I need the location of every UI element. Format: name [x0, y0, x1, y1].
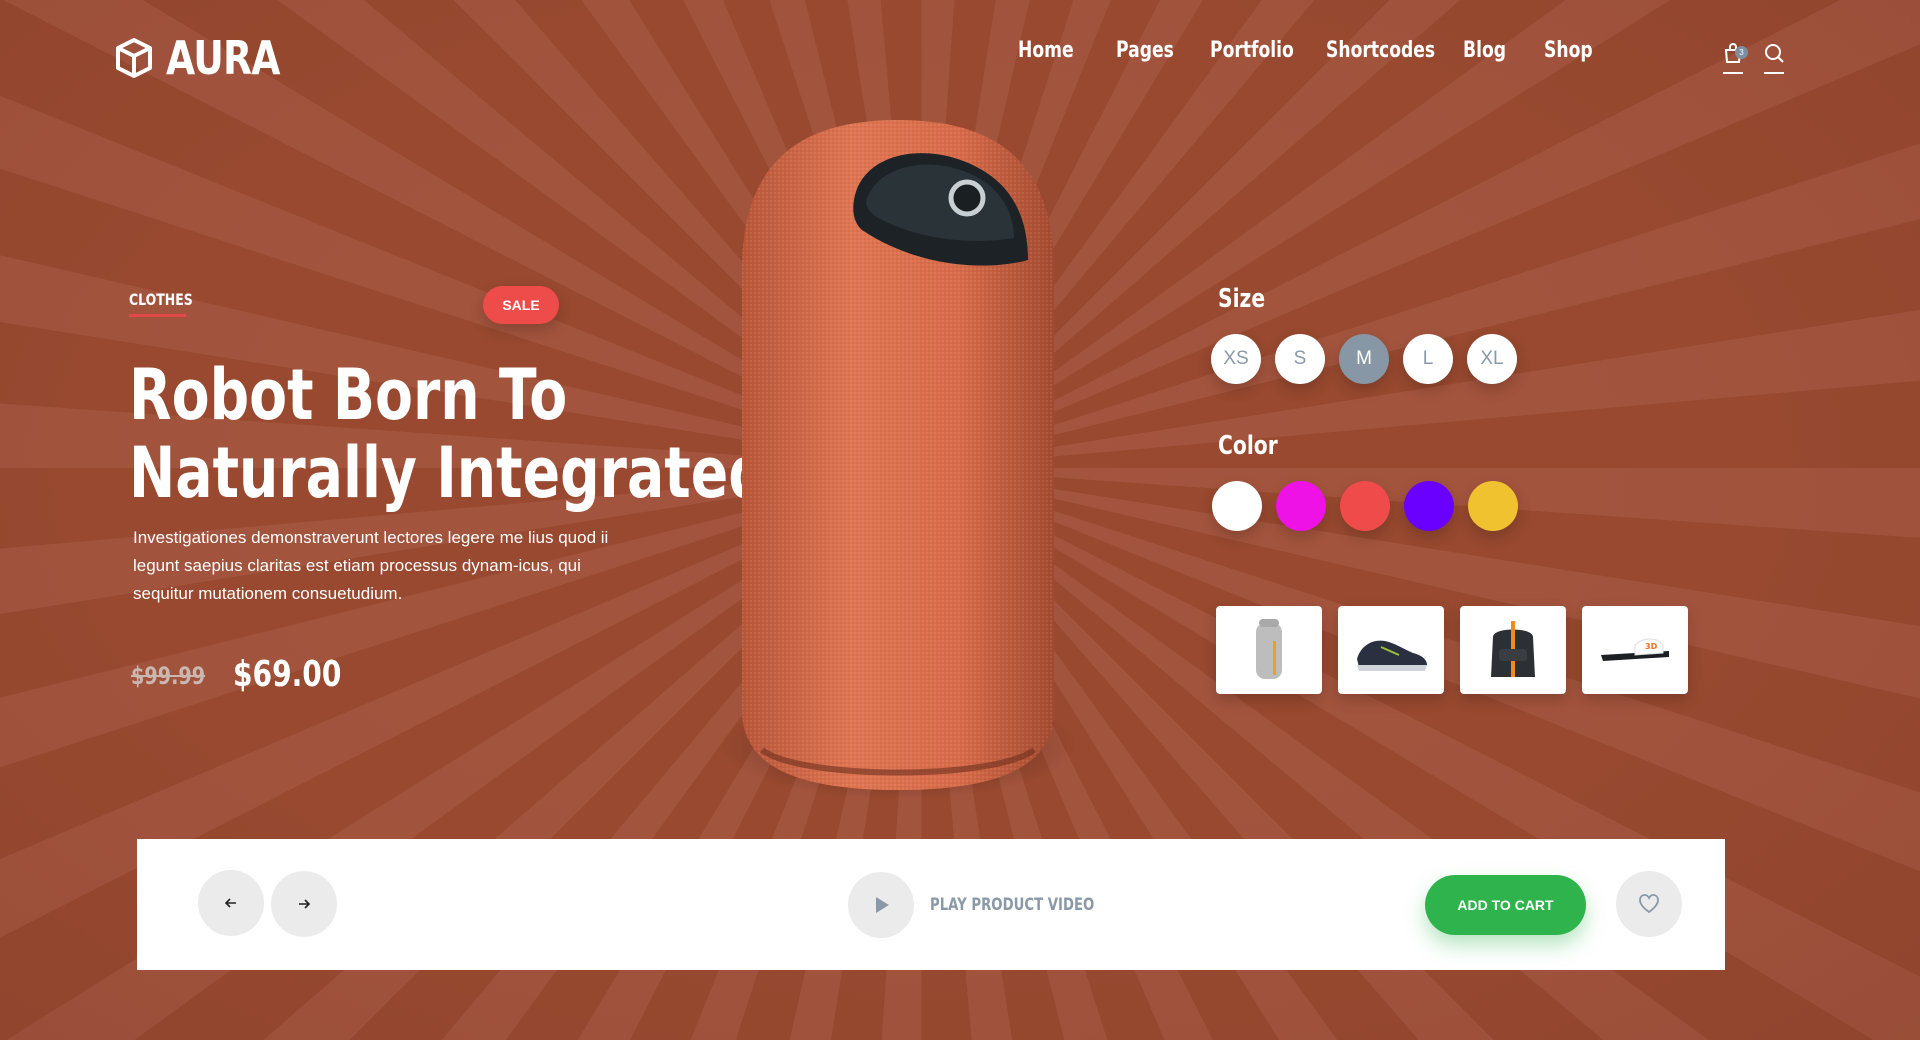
- category-underline: [129, 314, 186, 317]
- color-swatch-purple[interactable]: [1404, 481, 1454, 531]
- sale-badge: SALE: [483, 286, 559, 324]
- size-option-xs[interactable]: XS: [1211, 334, 1261, 384]
- add-to-cart-button[interactable]: ADD TO CART: [1425, 875, 1586, 935]
- next-button[interactable]: [271, 871, 337, 937]
- title-line-2: Naturally Integrated: [129, 432, 768, 514]
- product-image: [742, 120, 1054, 790]
- product-title: Robot Born To Naturally Integrated: [129, 356, 768, 512]
- arrow-left-icon: [224, 898, 236, 908]
- product-description: Investigationes demonstraverunt lectores…: [133, 528, 609, 603]
- thumbnail-slide-sandal[interactable]: 3D: [1582, 606, 1688, 694]
- thumbnail-sneaker[interactable]: [1338, 606, 1444, 694]
- nav-portfolio[interactable]: Portfolio: [1210, 38, 1294, 63]
- cart-underline: [1723, 72, 1743, 74]
- nav-shop[interactable]: Shop: [1544, 38, 1593, 63]
- prev-button[interactable]: [198, 870, 264, 936]
- search-button[interactable]: [1763, 42, 1789, 74]
- color-label: Color: [1218, 431, 1278, 461]
- size-selector: XS S M L XL: [1211, 334, 1517, 384]
- color-swatch-magenta[interactable]: [1276, 481, 1326, 531]
- backpack-icon: [1491, 621, 1535, 677]
- cart-count-badge: 3: [1735, 46, 1748, 59]
- action-bar: PLAY PRODUCT VIDEO ADD TO CART: [137, 839, 1725, 970]
- search-icon: [1765, 44, 1784, 63]
- title-line-1: Robot Born To: [129, 354, 568, 436]
- search-underline: [1764, 72, 1784, 74]
- product-thumbnails: 3D: [1216, 606, 1688, 694]
- brand-name: AURA: [166, 31, 280, 85]
- cube-icon: [116, 38, 152, 78]
- wishlist-button[interactable]: [1616, 871, 1682, 937]
- nav-home[interactable]: Home: [1018, 38, 1074, 63]
- sandal-icon: 3D: [1601, 638, 1669, 661]
- logo[interactable]: AURA: [114, 31, 305, 85]
- arrow-right-icon: [299, 899, 311, 909]
- color-swatch-yellow[interactable]: [1468, 481, 1518, 531]
- heart-icon: [1639, 894, 1659, 914]
- nav-shortcodes[interactable]: Shortcodes: [1326, 38, 1435, 63]
- size-option-l[interactable]: L: [1403, 334, 1453, 384]
- size-option-m[interactable]: M: [1339, 334, 1389, 384]
- nav-pages[interactable]: Pages: [1116, 38, 1174, 63]
- size-option-xl[interactable]: XL: [1467, 334, 1517, 384]
- thumbnail-backpack-black[interactable]: [1460, 606, 1566, 694]
- thumbnail-backpack-gray[interactable]: [1216, 606, 1322, 694]
- play-video-button[interactable]: [848, 872, 914, 938]
- backpack-icon: [1256, 619, 1282, 679]
- current-price: $69.00: [233, 654, 342, 695]
- sneaker-icon: [1357, 640, 1427, 671]
- play-icon: [876, 897, 889, 913]
- play-video-label[interactable]: PLAY PRODUCT VIDEO: [930, 895, 1094, 915]
- category-link[interactable]: CLOTHES: [129, 290, 193, 309]
- size-option-s[interactable]: S: [1275, 334, 1325, 384]
- cart-button[interactable]: 3: [1722, 42, 1748, 74]
- size-label: Size: [1218, 284, 1266, 314]
- nav-blog[interactable]: Blog: [1463, 38, 1506, 63]
- color-selector: [1212, 481, 1518, 531]
- color-swatch-white[interactable]: [1212, 481, 1262, 531]
- color-swatch-red[interactable]: [1340, 481, 1390, 531]
- old-price: $99.99: [131, 662, 206, 690]
- svg-text:3D: 3D: [1645, 642, 1658, 651]
